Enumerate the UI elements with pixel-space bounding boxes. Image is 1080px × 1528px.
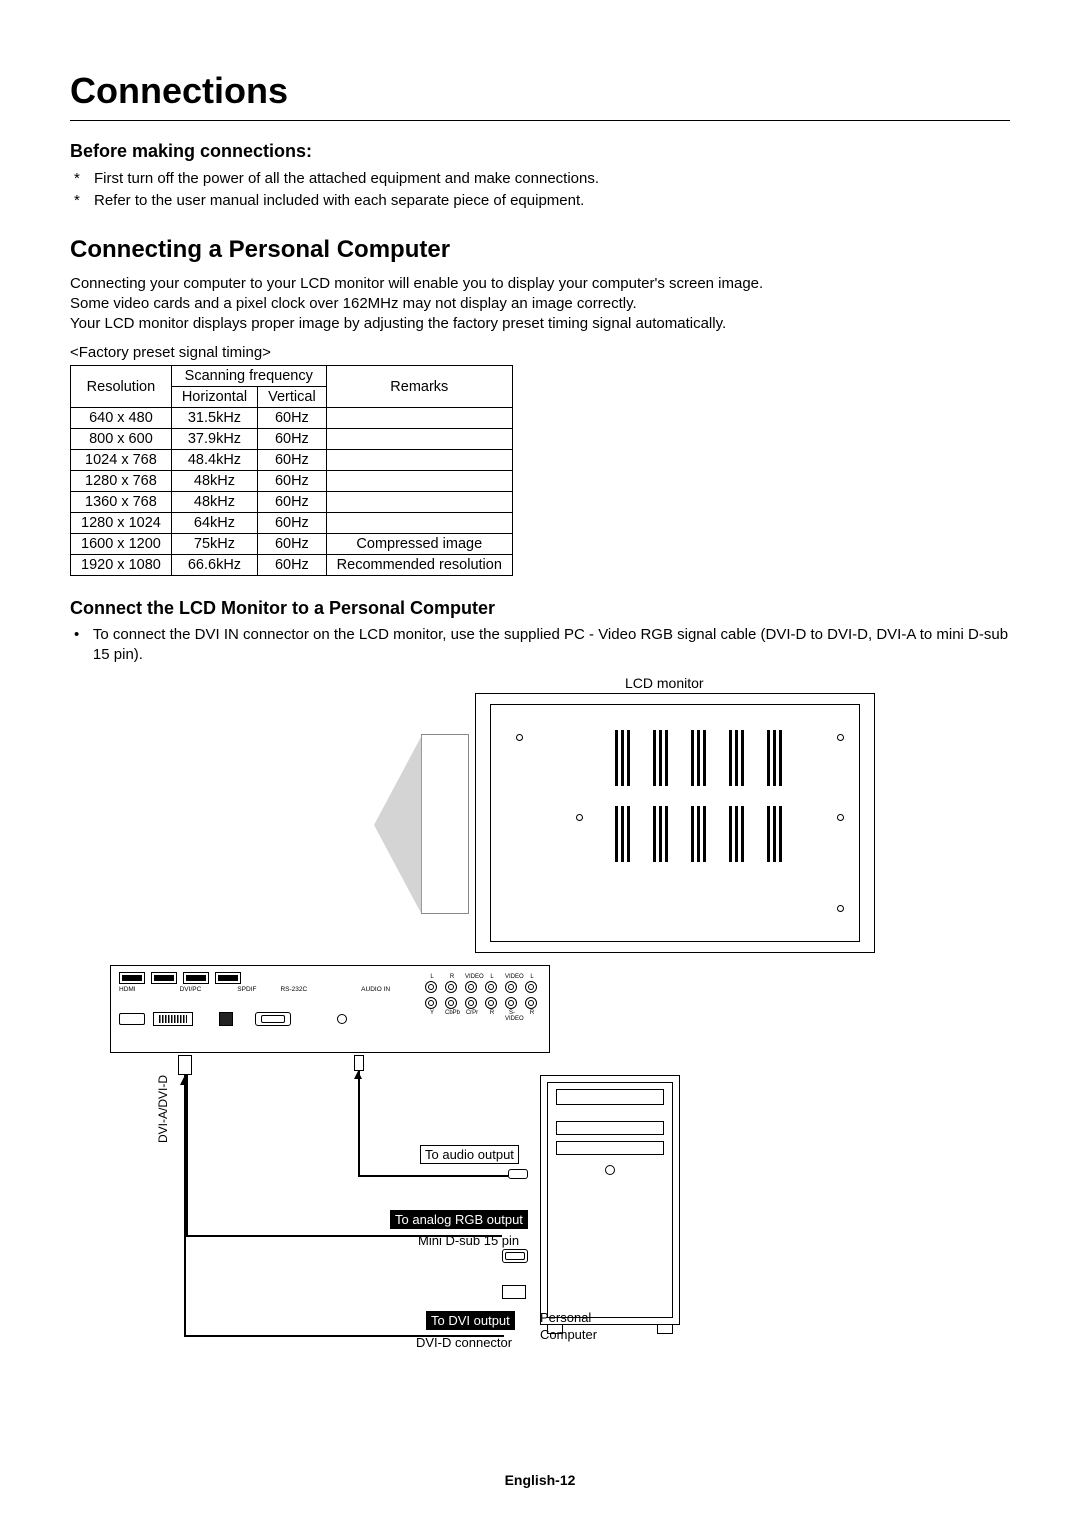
audio-jack-icon (508, 1169, 528, 1179)
section-heading: Connecting a Personal Computer (70, 236, 1010, 264)
table-row: 1920 x 108066.6kHz60HzRecommended resolu… (71, 555, 513, 576)
th-vertical: Vertical (258, 387, 327, 408)
table-caption: <Factory preset signal timing> (70, 344, 1010, 361)
para-line: Connecting your computer to your LCD mon… (70, 275, 763, 292)
table-row: 1600 x 120075kHz60HzCompressed image (71, 534, 513, 555)
list-text: Refer to the user manual included with e… (94, 190, 584, 212)
dsub-connector-icon (502, 1249, 528, 1263)
io-panel-icon: HDMI DVI/PC SPDIF RS-232C AUDIO IN L R V… (110, 965, 550, 1053)
page-footer: English-12 (0, 1472, 1080, 1488)
list-item: • To connect the DVI IN connector on the… (70, 625, 1010, 665)
list-item: * First turn off the power of all the at… (70, 168, 1010, 190)
rgb-output-tag: To analog RGB output (390, 1210, 528, 1229)
th-scan: Scanning frequency (171, 366, 326, 387)
bullet-list: • To connect the DVI IN connector on the… (70, 625, 1010, 665)
list-text: To connect the DVI IN connector on the L… (93, 625, 1010, 665)
table-row: 640 x 48031.5kHz60Hz (71, 408, 513, 429)
dvid-label: DVI-D connector (416, 1335, 512, 1350)
connect-heading: Connect the LCD Monitor to a Personal Co… (70, 598, 1010, 619)
port-label: RS-232C (280, 986, 307, 993)
dvi-cable-label: DVI-A/DVI-D (156, 1075, 170, 1143)
asterisk-icon: * (70, 168, 94, 190)
para-line: Your LCD monitor displays proper image b… (70, 315, 726, 332)
para-line: Some video cards and a pixel clock over … (70, 295, 637, 312)
th-horizontal: Horizontal (171, 387, 257, 408)
table-row: 1280 x 102464kHz60Hz (71, 513, 513, 534)
port-label: SPDIF (237, 986, 256, 993)
port-label: HDMI (119, 986, 136, 993)
connection-diagram: LCD monitor HDMI DVI/PC SPDIF RS-232C AU… (70, 675, 1010, 1375)
audio-output-tag: To audio output (420, 1145, 519, 1164)
before-heading: Before making connections: (70, 141, 1010, 162)
list-item: * Refer to the user manual included with… (70, 190, 1010, 212)
pc-label: Personal (540, 1310, 591, 1325)
audio-plug-icon (354, 1055, 364, 1071)
cable-icon (358, 1175, 508, 1177)
th-remarks: Remarks (326, 366, 512, 408)
pc-label: Computer (540, 1327, 597, 1342)
page-title: Connections (70, 70, 1010, 112)
port-label: DVI/PC (180, 986, 202, 993)
before-list: * First turn off the power of all the at… (70, 168, 1010, 212)
table-row: 800 x 60037.9kHz60Hz (71, 429, 513, 450)
dsub-label: Mini D-sub 15 pin (418, 1233, 519, 1248)
paragraph: Connecting your computer to your LCD mon… (70, 274, 1010, 334)
port-label: AUDIO IN (361, 986, 390, 993)
cable-icon (358, 1071, 360, 1175)
dvi-plug-icon (178, 1055, 192, 1075)
monitor-back-icon (475, 693, 875, 953)
side-panel-icon (421, 734, 469, 914)
list-text: First turn off the power of all the atta… (94, 168, 599, 190)
lcd-monitor-label: LCD monitor (625, 675, 704, 691)
title-rule (70, 120, 1010, 121)
bullet-icon: • (70, 625, 93, 665)
dvid-connector-icon (502, 1285, 526, 1299)
th-resolution: Resolution (71, 366, 172, 408)
table-row: 1024 x 76848.4kHz60Hz (71, 450, 513, 471)
pc-tower-icon (540, 1075, 680, 1325)
asterisk-icon: * (70, 190, 94, 212)
table-row: 1360 x 76848kHz60Hz (71, 492, 513, 513)
timing-table: Resolution Scanning frequency Remarks Ho… (70, 365, 513, 576)
table-row: 1280 x 76848kHz60Hz (71, 471, 513, 492)
dvi-output-tag: To DVI output (426, 1311, 515, 1330)
